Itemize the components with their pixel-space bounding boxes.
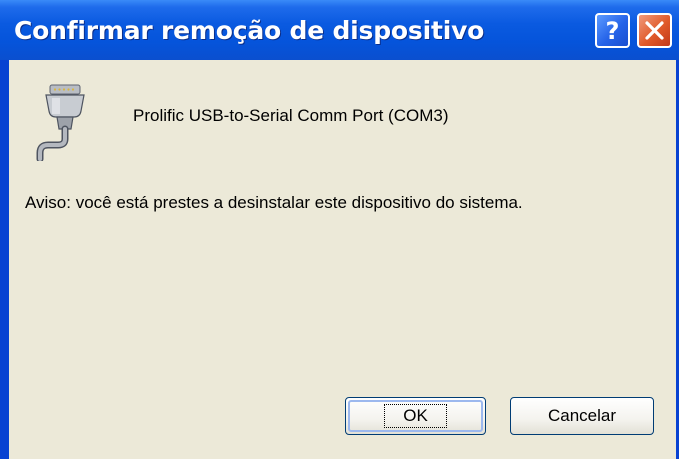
title-bar[interactable]: Confirmar remoção de dispositivo ? xyxy=(0,0,679,60)
ok-button-label: OK xyxy=(384,404,447,428)
device-name: Prolific USB-to-Serial Comm Port (COM3) xyxy=(133,106,449,125)
help-button[interactable]: ? xyxy=(595,13,630,48)
window-title: Confirmar remoção de dispositivo xyxy=(14,16,485,45)
close-button[interactable] xyxy=(637,13,672,48)
cancel-button[interactable]: Cancelar xyxy=(510,397,654,435)
dialog-body: Prolific USB-to-Serial Comm Port (COM3) … xyxy=(9,60,676,459)
warning-message: Aviso: você está prestes a desinstalar e… xyxy=(25,193,523,212)
help-icon: ? xyxy=(605,16,620,45)
close-icon xyxy=(645,21,664,40)
cancel-button-label: Cancelar xyxy=(547,406,617,425)
confirm-removal-dialog: Confirmar remoção de dispositivo ? Proli… xyxy=(0,0,679,459)
ok-button[interactable]: OK xyxy=(345,397,486,435)
serial-port-cable-icon xyxy=(36,84,85,161)
